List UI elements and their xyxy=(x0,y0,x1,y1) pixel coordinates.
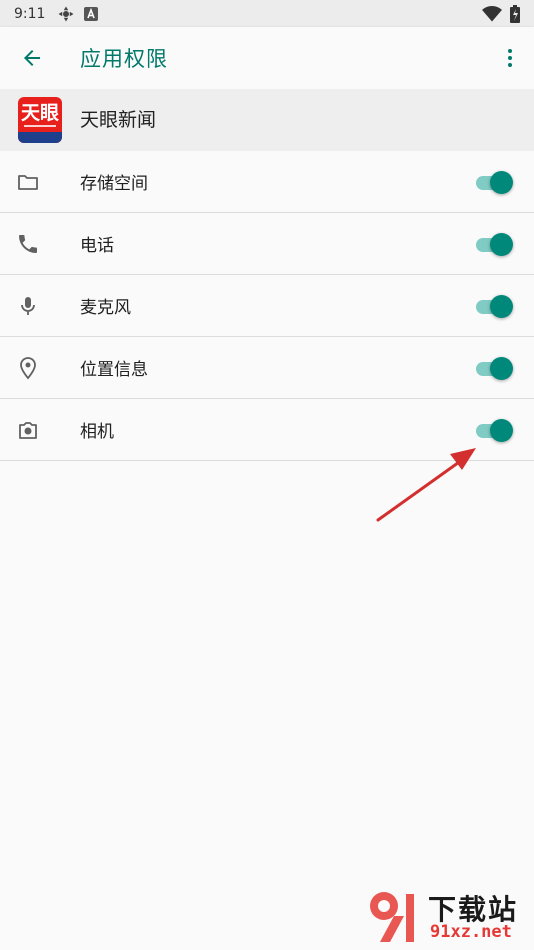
more-options-button[interactable] xyxy=(486,27,534,89)
status-bar: 9:11 xyxy=(0,0,534,27)
watermark-logo-icon xyxy=(370,892,414,942)
page-title: 应用权限 xyxy=(80,47,168,71)
permission-row-phone[interactable]: 电话 xyxy=(0,213,534,275)
phone-toggle[interactable] xyxy=(474,233,514,256)
annotation-arrow-icon xyxy=(376,448,476,522)
camera-toggle[interactable] xyxy=(474,419,514,442)
permission-label: 相机 xyxy=(80,422,114,442)
switch-thumb xyxy=(490,295,513,318)
app-header: 天眼 天眼新闻 xyxy=(0,89,534,151)
app-logo-text: 天眼 xyxy=(20,102,59,124)
location-pin-icon xyxy=(20,357,36,380)
switch-thumb xyxy=(490,419,513,442)
folder-icon xyxy=(18,175,38,190)
more-vert-icon xyxy=(508,49,512,67)
app-bar: 应用权限 xyxy=(0,27,534,89)
permission-row-storage[interactable]: 存储空间 xyxy=(0,151,534,213)
status-time: 9:11 xyxy=(14,5,46,22)
app-name: 天眼新闻 xyxy=(80,109,157,131)
arrow-back-icon xyxy=(24,50,40,66)
microphone-icon xyxy=(21,297,35,315)
storage-toggle[interactable] xyxy=(474,171,514,194)
permission-list: 存储空间 电话 麦克风 位置信息 相机 xyxy=(0,151,534,461)
back-button[interactable] xyxy=(0,27,64,89)
permission-row-microphone[interactable]: 麦克风 xyxy=(0,275,534,337)
permission-label: 电话 xyxy=(80,236,114,256)
logo-divider xyxy=(24,125,56,127)
location-toggle[interactable] xyxy=(474,357,514,380)
watermark-url: 91xz.net xyxy=(430,922,512,942)
microphone-toggle[interactable] xyxy=(474,295,514,318)
switch-thumb xyxy=(490,233,513,256)
permission-label: 位置信息 xyxy=(80,360,148,380)
switch-thumb xyxy=(490,357,513,380)
permission-label: 存储空间 xyxy=(80,174,148,194)
switch-thumb xyxy=(490,171,513,194)
permission-row-location[interactable]: 位置信息 xyxy=(0,337,534,399)
permission-label: 麦克风 xyxy=(80,298,131,318)
watermark: 下载站 91xz.net xyxy=(364,886,534,948)
camera-icon xyxy=(19,422,37,439)
battery-icon xyxy=(510,4,520,23)
logo-strip xyxy=(18,132,62,143)
app-logo-icon: 天眼 xyxy=(18,97,62,143)
notification-a-icon xyxy=(84,6,99,21)
phone-icon xyxy=(19,235,37,253)
sync-icon xyxy=(58,6,74,21)
wifi-icon xyxy=(482,5,502,21)
